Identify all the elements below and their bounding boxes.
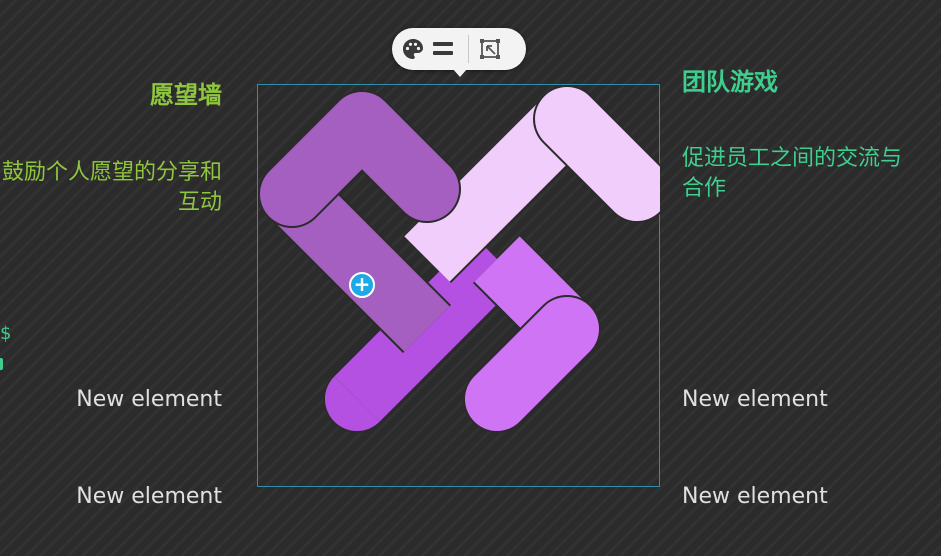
replace-shape-button[interactable] (475, 34, 505, 64)
left-new-element-2[interactable]: New element (20, 484, 222, 509)
floating-toolbar (392, 28, 526, 77)
right-new-element-2[interactable]: New element (682, 484, 902, 509)
right-new-element-1[interactable]: New element (682, 387, 902, 412)
interlocked-knot-graphic[interactable] (257, 84, 660, 487)
band-top-left[interactable] (258, 90, 461, 354)
band-bottom-right[interactable] (463, 234, 601, 433)
left-new-element-1[interactable]: New element (20, 387, 222, 412)
right-heading[interactable]: 团队游戏 (682, 62, 882, 97)
align-button[interactable] (428, 34, 458, 64)
align-lines-icon (433, 42, 453, 55)
palette-icon (403, 39, 423, 59)
replace-shape-icon (480, 39, 500, 59)
palette-button[interactable] (398, 34, 428, 64)
left-heading[interactable]: 愿望墙 (60, 75, 222, 110)
offscreen-text-fragment[interactable]: $ (0, 323, 11, 344)
toolbar-divider (468, 35, 469, 63)
left-description[interactable]: 鼓励个人愿望的分享和互动 (0, 158, 222, 218)
add-element-handle[interactable]: + (349, 272, 375, 298)
right-description[interactable]: 促进员工之间的交流与合作 (682, 144, 922, 204)
offscreen-shape-fragment[interactable] (0, 358, 3, 370)
